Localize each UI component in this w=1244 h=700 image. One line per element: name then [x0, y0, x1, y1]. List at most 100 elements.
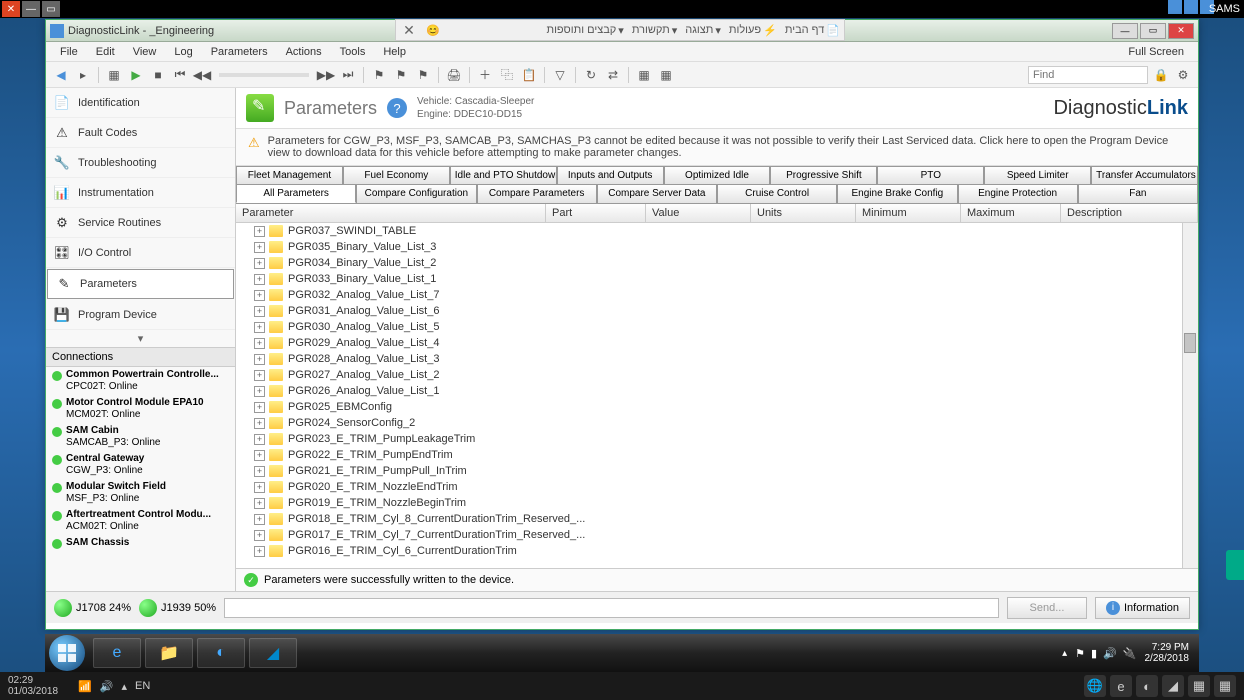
expand-icon[interactable]: +: [254, 290, 265, 301]
scroll-thumb[interactable]: [1184, 333, 1196, 353]
expand-icon[interactable]: +: [254, 226, 265, 237]
menu-file[interactable]: File: [52, 44, 86, 60]
send-button[interactable]: Send...: [1007, 597, 1087, 619]
tray-clock[interactable]: 7:29 PM 2/28/2018: [1145, 642, 1190, 664]
connection-item[interactable]: SAM Chassis: [46, 535, 235, 551]
tab-speed-limiter[interactable]: Speed Limiter: [984, 166, 1091, 184]
parameter-row[interactable]: +PGR027_Analog_Value_List_2: [236, 367, 1198, 383]
connection-item[interactable]: Aftertreatment Control Modu...ACM02T: On…: [46, 507, 235, 535]
expand-icon[interactable]: +: [254, 242, 265, 253]
tray-power-icon[interactable]: 🔌: [1123, 647, 1137, 660]
heb-view[interactable]: ▾ תצוגה: [685, 24, 721, 37]
tool-icon[interactable]: ▦: [105, 66, 123, 84]
tab-engine-protection[interactable]: Engine Protection: [958, 184, 1078, 203]
refresh-icon[interactable]: ↻: [582, 66, 600, 84]
heb-close-icon[interactable]: ✕: [400, 21, 418, 39]
stop-icon[interactable]: ■: [149, 66, 167, 84]
flag2-icon[interactable]: ⚑: [392, 66, 410, 84]
task-teamviewer[interactable]: ◐: [197, 638, 245, 668]
heb-files[interactable]: ▾ קבצים ותוספות: [546, 24, 623, 37]
menu-actions[interactable]: Actions: [278, 44, 330, 60]
information-button[interactable]: i Information: [1095, 597, 1190, 619]
close-icon[interactable]: ✕: [2, 1, 20, 17]
warning-banner[interactable]: ⚠ Parameters for CGW_P3, MSF_P3, SAMCAB_…: [236, 129, 1198, 166]
bs-chrome-icon[interactable]: 🌐: [1084, 675, 1106, 697]
expand-icon[interactable]: +: [254, 338, 265, 349]
expand-icon[interactable]: +: [254, 370, 265, 381]
restore-icon[interactable]: ▭: [42, 1, 60, 17]
sidebar-item-i/o-control[interactable]: 🎛I/O Control: [46, 238, 235, 268]
filter-icon[interactable]: ▽: [551, 66, 569, 84]
add-icon[interactable]: ＋: [476, 66, 494, 84]
expand-icon[interactable]: +: [254, 546, 265, 557]
connection-item[interactable]: Modular Switch FieldMSF_P3: Online: [46, 479, 235, 507]
expand-icon[interactable]: +: [254, 482, 265, 493]
parameter-row[interactable]: +PGR037_SWINDI_TABLE: [236, 223, 1198, 239]
back-icon[interactable]: ◀: [52, 66, 70, 84]
play-icon[interactable]: ▶: [127, 66, 145, 84]
tab-fuel-economy[interactable]: Fuel Economy: [343, 166, 450, 184]
sidebar-item-program-device[interactable]: 💾Program Device: [46, 300, 235, 330]
expand-icon[interactable]: +: [254, 322, 265, 333]
menu-edit[interactable]: Edit: [88, 44, 123, 60]
heb-comm[interactable]: ▾ תקשורת: [632, 24, 677, 37]
tab-compare-configuration[interactable]: Compare Configuration: [356, 184, 476, 203]
grid-scrollbar[interactable]: [1182, 223, 1198, 568]
tab-all-parameters[interactable]: All Parameters: [236, 184, 356, 203]
expand-icon[interactable]: +: [254, 418, 265, 429]
tab-progressive-shift[interactable]: Progressive Shift: [770, 166, 877, 184]
window-maximize[interactable]: ▭: [1140, 23, 1166, 39]
rewind-icon[interactable]: ⏮: [171, 66, 189, 84]
start-button[interactable]: [49, 635, 85, 671]
parameter-row[interactable]: +PGR028_Analog_Value_List_3: [236, 351, 1198, 367]
tab-transfer-accumulators[interactable]: Transfer Accumulators: [1091, 166, 1198, 184]
nav-expand[interactable]: ▾: [46, 330, 235, 347]
host-net-icon[interactable]: 📶: [78, 680, 92, 693]
help-icon[interactable]: ?: [387, 98, 407, 118]
parameter-row[interactable]: +PGR022_E_TRIM_PumpEndTrim: [236, 447, 1198, 463]
parameter-row[interactable]: +PGR025_EBMConfig: [236, 399, 1198, 415]
flag3-icon[interactable]: ⚑: [414, 66, 432, 84]
sidebar-item-service-routines[interactable]: ⚙Service Routines: [46, 208, 235, 238]
parameter-row[interactable]: +PGR033_Binary_Value_List_1: [236, 271, 1198, 287]
parameter-row[interactable]: +PGR023_E_TRIM_PumpLeakageTrim: [236, 431, 1198, 447]
expand-icon[interactable]: +: [254, 386, 265, 397]
print-icon[interactable]: 🖨: [445, 66, 463, 84]
sidebar-item-troubleshooting[interactable]: 🔧Troubleshooting: [46, 148, 235, 178]
tab-fan[interactable]: Fan: [1078, 184, 1198, 203]
parameter-row[interactable]: +PGR026_Analog_Value_List_1: [236, 383, 1198, 399]
host-vol-icon[interactable]: 🔊: [100, 680, 114, 693]
expand-icon[interactable]: +: [254, 498, 265, 509]
parameter-row[interactable]: +PGR018_E_TRIM_Cyl_8_CurrentDurationTrim…: [236, 511, 1198, 527]
parameter-row[interactable]: +PGR030_Analog_Value_List_5: [236, 319, 1198, 335]
sidebar-item-identification[interactable]: 📄Identification: [46, 88, 235, 118]
bs-app3-icon[interactable]: ▦: [1214, 675, 1236, 697]
sidebar-item-instrumentation[interactable]: 📊Instrumentation: [46, 178, 235, 208]
expand-icon[interactable]: +: [254, 258, 265, 269]
expand-icon[interactable]: +: [254, 274, 265, 285]
menu-view[interactable]: View: [125, 44, 165, 60]
heb-home[interactable]: 📄 דף הבית: [785, 24, 840, 37]
parameter-row[interactable]: +PGR019_E_TRIM_NozzleBeginTrim: [236, 495, 1198, 511]
sync-icon[interactable]: ⇄: [604, 66, 622, 84]
expand-icon[interactable]: +: [254, 466, 265, 477]
connection-item[interactable]: Common Powertrain Controlle...CPC02T: On…: [46, 367, 235, 395]
parameter-row[interactable]: +PGR029_Analog_Value_List_4: [236, 335, 1198, 351]
tab-compare-server-data[interactable]: Compare Server Data: [597, 184, 717, 203]
task-explorer[interactable]: 📁: [145, 638, 193, 668]
tab-cruise-control[interactable]: Cruise Control: [717, 184, 837, 203]
remote-tab-icon[interactable]: [1226, 550, 1244, 580]
sidebar-item-parameters[interactable]: ✎Parameters: [47, 269, 234, 299]
expand-icon[interactable]: +: [254, 434, 265, 445]
parameter-row[interactable]: +PGR021_E_TRIM_PumpPull_InTrim: [236, 463, 1198, 479]
host-up-icon[interactable]: ▴: [121, 680, 127, 693]
expand-icon[interactable]: +: [254, 306, 265, 317]
tray-expand-icon[interactable]: ▴: [1062, 648, 1067, 659]
flag-icon[interactable]: ⚑: [370, 66, 388, 84]
grid-icon[interactable]: ▦: [635, 66, 653, 84]
host-clock[interactable]: 02:29 01/03/2018: [8, 675, 58, 697]
expand-icon[interactable]: +: [254, 450, 265, 461]
menu-help[interactable]: Help: [375, 44, 414, 60]
tray-network-icon[interactable]: ▮: [1091, 647, 1097, 660]
connection-item[interactable]: Motor Control Module EPA10MCM02T: Online: [46, 395, 235, 423]
